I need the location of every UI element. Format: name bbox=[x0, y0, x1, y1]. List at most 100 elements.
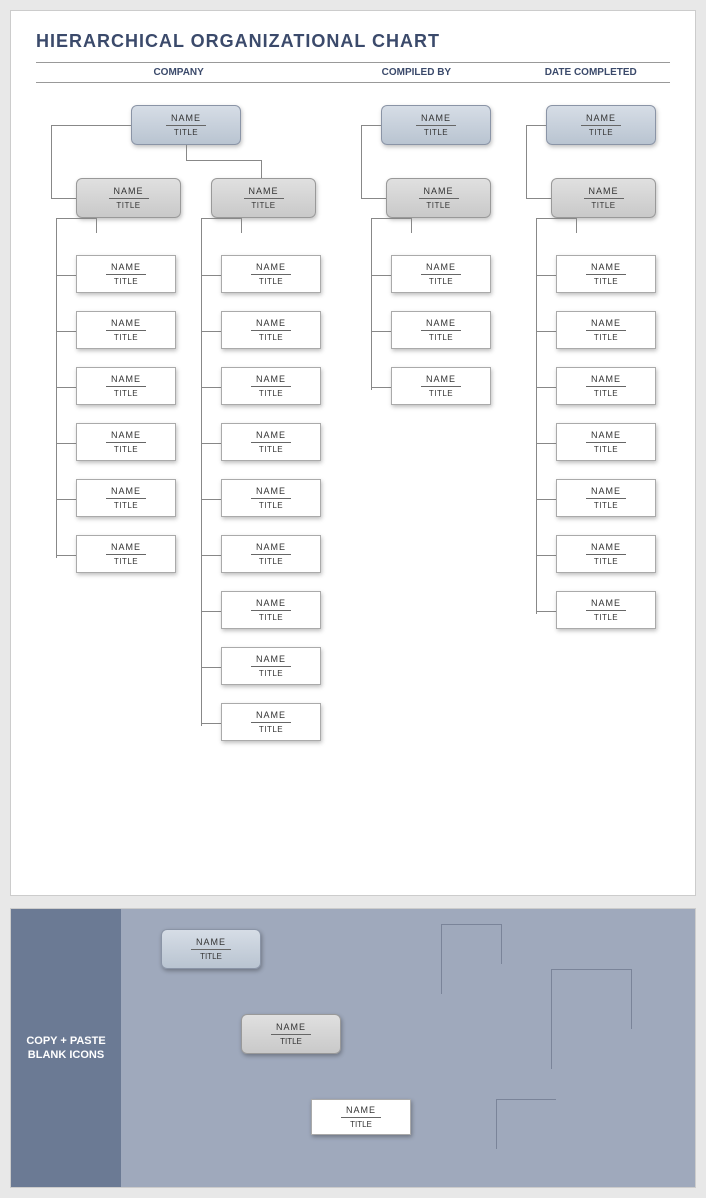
connector bbox=[371, 275, 391, 276]
chart-title: HIERARCHICAL ORGANIZATIONAL CHART bbox=[36, 31, 670, 52]
connector bbox=[201, 443, 221, 444]
g3-leaf-4[interactable]: NAMETITLE bbox=[556, 479, 656, 517]
connector bbox=[51, 125, 131, 126]
node-name: NAME bbox=[248, 186, 278, 196]
palette-connector-deco bbox=[551, 969, 631, 970]
node-sep bbox=[109, 198, 149, 199]
palette-connector-deco bbox=[496, 1099, 556, 1100]
connector bbox=[51, 125, 52, 198]
node-name: NAME bbox=[113, 186, 143, 196]
connector bbox=[56, 499, 76, 500]
g3-head-node[interactable]: NAMETITLE bbox=[551, 178, 656, 218]
palette-panel: COPY + PASTE BLANK ICONS NAMETITLE NAMET… bbox=[10, 908, 696, 1188]
node-sep bbox=[166, 125, 206, 126]
connector bbox=[201, 667, 221, 668]
g1a-leaf-4[interactable]: NAMETITLE bbox=[76, 479, 176, 517]
connector bbox=[51, 198, 76, 199]
connector bbox=[526, 125, 546, 126]
connector bbox=[361, 125, 381, 126]
connector bbox=[371, 331, 391, 332]
connector bbox=[536, 275, 556, 276]
palette-sample-gray[interactable]: NAMETITLE bbox=[241, 1014, 341, 1054]
connector bbox=[241, 218, 242, 233]
connector bbox=[201, 387, 221, 388]
g1b-leaf-2[interactable]: NAMETITLE bbox=[221, 367, 321, 405]
palette-connector-deco bbox=[441, 924, 442, 994]
palette-connector-deco bbox=[496, 1099, 497, 1149]
g1b-leaf-4[interactable]: NAMETITLE bbox=[221, 479, 321, 517]
connector bbox=[56, 218, 96, 219]
node-title: TITLE bbox=[174, 128, 198, 137]
g3-top-node[interactable]: NAMETITLE bbox=[546, 105, 656, 145]
palette-label: COPY + PASTE BLANK ICONS bbox=[11, 909, 121, 1187]
g2-leaf-0[interactable]: NAMETITLE bbox=[391, 255, 491, 293]
connector bbox=[576, 218, 577, 233]
node-sep bbox=[244, 198, 284, 199]
g1b-leaf-3[interactable]: NAMETITLE bbox=[221, 423, 321, 461]
g1b-head-node[interactable]: NAME TITLE bbox=[211, 178, 316, 218]
connector bbox=[526, 125, 527, 198]
g3-leaf-3[interactable]: NAMETITLE bbox=[556, 423, 656, 461]
connector bbox=[56, 331, 76, 332]
connector bbox=[56, 218, 57, 558]
g1b-leaf-8[interactable]: NAMETITLE bbox=[221, 703, 321, 741]
g1b-leaf-0[interactable]: NAMETITLE bbox=[221, 255, 321, 293]
g3-leaf-0[interactable]: NAMETITLE bbox=[556, 255, 656, 293]
connector bbox=[536, 499, 556, 500]
connector bbox=[186, 160, 261, 161]
g1b-leaf-5[interactable]: NAMETITLE bbox=[221, 535, 321, 573]
connector bbox=[361, 125, 362, 198]
header-date-completed: DATE COMPLETED bbox=[511, 67, 670, 78]
g2-leaf-1[interactable]: NAMETITLE bbox=[391, 311, 491, 349]
g3-leaf-5[interactable]: NAMETITLE bbox=[556, 535, 656, 573]
g3-leaf-1[interactable]: NAMETITLE bbox=[556, 311, 656, 349]
g1a-head-node[interactable]: NAME TITLE bbox=[76, 178, 181, 218]
connector bbox=[536, 387, 556, 388]
header-compiled-by: COMPILED BY bbox=[321, 67, 511, 78]
palette-sample-white[interactable]: NAMETITLE bbox=[311, 1099, 411, 1135]
connector bbox=[201, 218, 241, 219]
g1a-leaf-3[interactable]: NAMETITLE bbox=[76, 423, 176, 461]
palette-connector-deco bbox=[441, 924, 501, 925]
connector bbox=[56, 387, 76, 388]
connector bbox=[56, 443, 76, 444]
connector bbox=[536, 611, 556, 612]
connector bbox=[201, 555, 221, 556]
g2-head-node[interactable]: NAMETITLE bbox=[386, 178, 491, 218]
connector bbox=[361, 198, 386, 199]
node-title: TITLE bbox=[116, 201, 140, 210]
palette-sample-blue[interactable]: NAMETITLE bbox=[161, 929, 261, 969]
connector bbox=[261, 160, 262, 178]
connector bbox=[56, 275, 76, 276]
node-name: NAME bbox=[171, 113, 201, 123]
header-row: COMPANY COMPILED BY DATE COMPLETED bbox=[36, 62, 670, 83]
connector bbox=[411, 218, 412, 233]
g3-leaf-2[interactable]: NAMETITLE bbox=[556, 367, 656, 405]
g1a-leaf-0[interactable]: NAMETITLE bbox=[76, 255, 176, 293]
header-company: COMPANY bbox=[36, 67, 321, 78]
connector bbox=[201, 331, 221, 332]
connector bbox=[536, 443, 556, 444]
connector bbox=[536, 555, 556, 556]
g1b-leaf-6[interactable]: NAMETITLE bbox=[221, 591, 321, 629]
connector bbox=[371, 387, 391, 388]
g2-top-node[interactable]: NAMETITLE bbox=[381, 105, 491, 145]
connector bbox=[201, 499, 221, 500]
g1-top-node[interactable]: NAME TITLE bbox=[131, 105, 241, 145]
connector bbox=[536, 331, 556, 332]
palette-canvas: NAMETITLE NAMETITLE NAMETITLE bbox=[121, 909, 695, 1187]
connector bbox=[371, 218, 372, 390]
g1a-leaf-5[interactable]: NAMETITLE bbox=[76, 535, 176, 573]
connector bbox=[56, 555, 76, 556]
g1a-leaf-1[interactable]: NAMETITLE bbox=[76, 311, 176, 349]
connector bbox=[201, 723, 221, 724]
connector bbox=[186, 145, 187, 160]
chart-area: NAME TITLE NAME TITLE NAME TITLE bbox=[36, 105, 676, 865]
g3-leaf-6[interactable]: NAMETITLE bbox=[556, 591, 656, 629]
palette-connector-deco bbox=[501, 924, 502, 964]
g1a-leaf-2[interactable]: NAMETITLE bbox=[76, 367, 176, 405]
g2-leaf-2[interactable]: NAMETITLE bbox=[391, 367, 491, 405]
g1b-leaf-1[interactable]: NAMETITLE bbox=[221, 311, 321, 349]
connector bbox=[371, 218, 411, 219]
g1b-leaf-7[interactable]: NAMETITLE bbox=[221, 647, 321, 685]
